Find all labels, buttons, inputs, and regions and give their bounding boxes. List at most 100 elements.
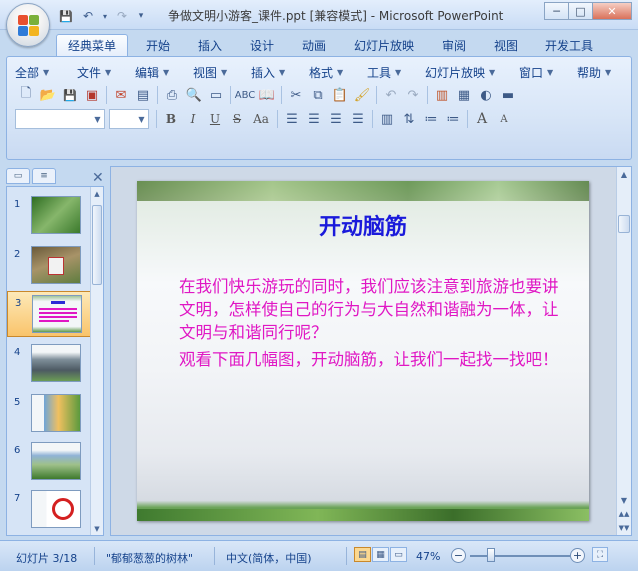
- format-painter-icon[interactable]: 🖌: [351, 85, 373, 105]
- font-name-combo[interactable]: ▼: [15, 109, 105, 129]
- close-button[interactable]: ✕: [592, 2, 632, 20]
- slide-thumbnail-7[interactable]: 7: [7, 487, 91, 531]
- research-icon[interactable]: 📖: [256, 85, 278, 105]
- scroll-up-icon[interactable]: ▲: [91, 187, 103, 200]
- spelling-icon[interactable]: ABC: [234, 85, 256, 105]
- menu-slideshow[interactable]: 幻灯片放映 ▼: [425, 63, 519, 81]
- cut-icon[interactable]: ✂: [285, 85, 307, 105]
- scroll-down-icon[interactable]: ▼: [617, 493, 631, 507]
- undo-icon[interactable]: ↶: [380, 85, 402, 105]
- page-setup-icon[interactable]: ▭: [205, 85, 227, 105]
- strikethrough-button[interactable]: S: [226, 109, 248, 129]
- show-formatting-icon[interactable]: ▬: [497, 85, 519, 105]
- slideshow-view-button[interactable]: ▭: [390, 547, 407, 562]
- preview-icon[interactable]: 🔍: [183, 85, 205, 105]
- slide-thumbnail-6[interactable]: 6: [7, 439, 91, 483]
- next-slide-icon[interactable]: ▼▼: [617, 521, 631, 535]
- menu-all[interactable]: 全部 ▼: [15, 63, 77, 81]
- justify-icon[interactable]: ☰: [347, 109, 369, 129]
- scroll-thumb[interactable]: [618, 215, 630, 233]
- change-case-button[interactable]: Aa: [248, 109, 274, 129]
- shrink-font-button[interactable]: A: [493, 109, 515, 129]
- email-icon[interactable]: ✉: [110, 85, 132, 105]
- tab-view[interactable]: 视图: [486, 34, 526, 56]
- slide-thumbnail-4[interactable]: 4: [7, 341, 91, 385]
- align-center-icon[interactable]: ☰: [303, 109, 325, 129]
- office-button[interactable]: [6, 3, 50, 47]
- slide-thumbnail-5[interactable]: 5: [7, 391, 91, 435]
- menu-format[interactable]: 格式 ▼: [309, 63, 367, 81]
- zoom-level[interactable]: 47%: [416, 550, 440, 563]
- zoom-out-button[interactable]: −: [451, 548, 466, 563]
- language-indicator[interactable]: 中文(简体，中国): [226, 550, 312, 566]
- slide-body-text[interactable]: 在我们快乐游玩的同时，我们应该注意到旅游也要讲文明，怎样使自己的行为与大自然和谐…: [179, 275, 565, 375]
- current-slide[interactable]: 开动脑筋 在我们快乐游玩的同时，我们应该注意到旅游也要讲文明，怎样使自己的行为与…: [137, 181, 589, 521]
- print-icon[interactable]: ⎙: [161, 85, 183, 105]
- slide-sorter-view-button[interactable]: ▦: [372, 547, 389, 562]
- color-grayscale-icon[interactable]: ◐: [475, 85, 497, 105]
- align-left-icon[interactable]: ☰: [281, 109, 303, 129]
- columns-icon[interactable]: ▥: [376, 109, 398, 129]
- menu-file[interactable]: 文件 ▼: [77, 63, 135, 81]
- print-preview-icon[interactable]: ▤: [132, 85, 154, 105]
- scroll-down-icon[interactable]: ▼: [91, 522, 103, 535]
- menu-tools[interactable]: 工具 ▼: [367, 63, 425, 81]
- scroll-thumb[interactable]: [92, 205, 102, 285]
- dropdown-icon[interactable]: ▾: [100, 7, 110, 25]
- slide-thumbnail-3[interactable]: 3: [7, 291, 91, 337]
- tab-insert[interactable]: 插入: [190, 34, 230, 56]
- slide-title[interactable]: 开动脑筋: [137, 209, 589, 241]
- customize-qat-icon[interactable]: ▾: [134, 7, 148, 25]
- theme-name[interactable]: "郁郁葱葱的树林": [106, 550, 193, 566]
- italic-button[interactable]: I: [182, 109, 204, 129]
- tab-home[interactable]: 开始: [138, 34, 178, 56]
- tab-developer[interactable]: 开发工具: [538, 34, 600, 56]
- font-size-combo[interactable]: ▼: [109, 109, 149, 129]
- align-right-icon[interactable]: ☰: [325, 109, 347, 129]
- tab-design[interactable]: 设计: [242, 34, 282, 56]
- normal-view-button[interactable]: ▤: [354, 547, 371, 562]
- outline-tab[interactable]: ≡: [32, 168, 56, 184]
- slide-thumbnail-1[interactable]: 1: [7, 193, 91, 237]
- paste-icon[interactable]: 📋: [329, 85, 351, 105]
- scroll-up-icon[interactable]: ▲: [617, 167, 631, 181]
- copy-icon[interactable]: ⧉: [307, 85, 329, 105]
- menu-window[interactable]: 窗口 ▼: [519, 63, 577, 81]
- fit-to-window-icon[interactable]: ⛶: [592, 547, 608, 562]
- save-icon[interactable]: 💾: [56, 7, 76, 25]
- thumbnail-scrollbar[interactable]: ▲ ▼: [90, 187, 103, 535]
- tab-slideshow[interactable]: 幻灯片放映: [348, 34, 420, 56]
- text-direction-icon[interactable]: ⇅: [398, 109, 420, 129]
- menu-edit[interactable]: 编辑 ▼: [135, 63, 193, 81]
- slide-thumbnail-2[interactable]: 2: [7, 243, 91, 287]
- menu-view[interactable]: 视图 ▼: [193, 63, 251, 81]
- zoom-in-button[interactable]: +: [570, 548, 585, 563]
- editor-scrollbar[interactable]: ▲ ▼ ▲▲ ▼▼: [616, 167, 631, 535]
- redo-icon[interactable]: ↷: [112, 7, 132, 25]
- open-icon[interactable]: 📂: [37, 85, 59, 105]
- slides-tab[interactable]: ▭: [6, 168, 30, 184]
- menu-help[interactable]: 帮助 ▼: [577, 63, 627, 81]
- tab-review[interactable]: 审阅: [434, 34, 474, 56]
- bold-button[interactable]: B: [160, 109, 182, 129]
- undo-icon[interactable]: ↶: [78, 7, 98, 25]
- maximize-button[interactable]: □: [568, 2, 593, 20]
- grow-font-button[interactable]: A: [471, 109, 493, 129]
- tab-animation[interactable]: 动画: [294, 34, 334, 56]
- tab-classic-menu[interactable]: 经典菜单: [56, 34, 128, 56]
- previous-slide-icon[interactable]: ▲▲: [617, 507, 631, 521]
- close-pane-icon[interactable]: ✕: [92, 170, 104, 186]
- redo-icon[interactable]: ↷: [402, 85, 424, 105]
- permission-icon[interactable]: ▣: [81, 85, 103, 105]
- bullets-icon[interactable]: ≔: [420, 109, 442, 129]
- save-icon[interactable]: 💾: [59, 85, 81, 105]
- numbering-icon[interactable]: ≔: [442, 109, 464, 129]
- zoom-slider-thumb[interactable]: [486, 548, 495, 562]
- zoom-slider-track[interactable]: [470, 555, 570, 557]
- new-icon[interactable]: 🗋: [15, 85, 37, 105]
- underline-button[interactable]: U: [204, 109, 226, 129]
- minimize-button[interactable]: ─: [544, 2, 569, 20]
- menu-insert[interactable]: 插入 ▼: [251, 63, 309, 81]
- chart-icon[interactable]: ▥: [431, 85, 453, 105]
- table-icon[interactable]: ▦: [453, 85, 475, 105]
